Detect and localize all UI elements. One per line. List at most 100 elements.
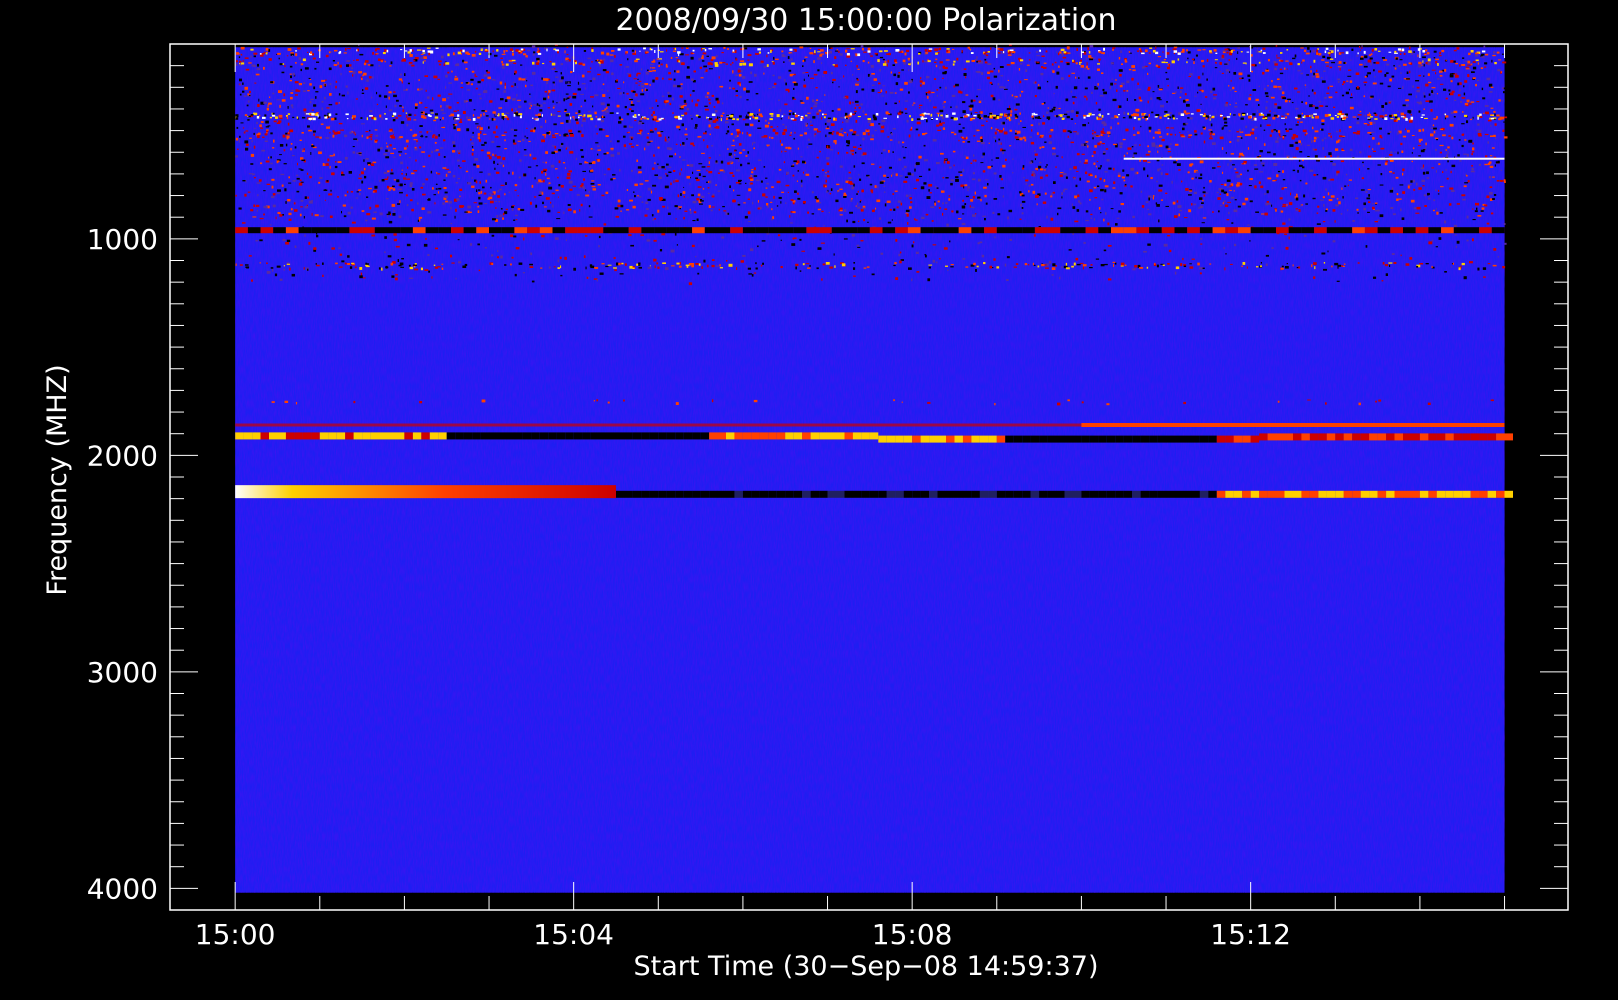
speckle: [1312, 126, 1314, 130]
speckle: [486, 71, 490, 74]
speckle: [532, 61, 535, 65]
speckle: [278, 57, 280, 60]
speckle: [751, 169, 754, 171]
speckle: [935, 118, 939, 120]
speckle: [1426, 177, 1430, 179]
speckle: [244, 86, 248, 90]
speckle: [458, 165, 460, 167]
speckle: [392, 213, 396, 216]
speckle: [1412, 147, 1415, 150]
speckle: [676, 125, 680, 129]
speckle: [1209, 132, 1212, 136]
speckle: [1435, 58, 1439, 61]
speckle: [1100, 212, 1102, 214]
speckle: [361, 134, 363, 138]
speckle: [770, 115, 774, 117]
speckle: [998, 142, 1001, 145]
speckle: [319, 85, 323, 89]
speckle: [1462, 133, 1465, 135]
speckle: [471, 142, 474, 145]
speckle: [467, 89, 471, 91]
speckle: [861, 48, 864, 51]
speckle: [1418, 74, 1421, 77]
speckle: [579, 209, 581, 212]
speckle: [985, 179, 989, 181]
speckle: [802, 60, 805, 63]
speckle: [985, 56, 989, 58]
speckle: [592, 77, 596, 81]
speckle: [824, 94, 826, 96]
speckle: [936, 124, 939, 127]
speckle: [539, 109, 543, 112]
speckle: [1062, 173, 1067, 176]
speckle: [1182, 48, 1185, 52]
speckle: [461, 53, 462, 55]
speckle: [298, 182, 303, 186]
speckle: [390, 172, 394, 175]
speckle: [717, 190, 721, 192]
speckle: [478, 189, 481, 191]
speckle: [606, 106, 608, 109]
speckle: [413, 119, 417, 121]
speckle: [633, 191, 635, 193]
speckle: [746, 99, 749, 101]
speckle: [1356, 55, 1359, 57]
speckle: [916, 118, 921, 121]
speckle: [1430, 133, 1434, 137]
speckle: [1461, 144, 1464, 148]
speckle: [1437, 189, 1440, 192]
speckle: [1269, 110, 1271, 113]
speckle: [238, 56, 241, 58]
speckle: [831, 110, 834, 112]
speckle: [765, 177, 768, 179]
speckle: [1011, 48, 1016, 50]
speckle: [1042, 201, 1047, 204]
speckle: [394, 104, 397, 108]
speckle: [1358, 168, 1360, 171]
speckle: [1028, 190, 1030, 193]
speckle: [665, 173, 667, 175]
speckle: [253, 55, 256, 58]
speckle: [867, 221, 869, 223]
speckle: [1299, 151, 1303, 153]
speckle: [763, 72, 765, 75]
speckle: [946, 223, 949, 227]
speckle: [1002, 164, 1006, 168]
speckle: [627, 73, 631, 75]
speckle: [536, 105, 539, 107]
speckle: [1316, 223, 1321, 225]
speckle: [894, 59, 897, 62]
speckle: [1057, 207, 1062, 210]
speckle: [1336, 140, 1340, 143]
speckle: [289, 79, 292, 82]
speckle: [551, 62, 556, 66]
speckle: [609, 140, 612, 143]
speckle: [980, 60, 983, 64]
speckle: [1453, 49, 1457, 52]
speckle: [992, 97, 996, 101]
speckle: [1037, 86, 1041, 90]
speckle: [980, 199, 982, 202]
speckle: [492, 153, 494, 156]
speckle: [787, 147, 792, 150]
speckle: [772, 86, 776, 88]
speckle: [1065, 176, 1068, 179]
speckle: [285, 201, 287, 204]
speckle: [1133, 144, 1137, 146]
speckle: [736, 118, 739, 121]
speckle: [301, 132, 304, 134]
speckle: [787, 191, 789, 193]
speckle: [769, 118, 773, 121]
speckle: [1057, 52, 1060, 56]
speckle: [591, 61, 593, 63]
speckle: [978, 100, 981, 102]
speckle: [1260, 185, 1264, 189]
speckle: [1373, 112, 1377, 114]
speckle: [707, 62, 712, 65]
speckle: [513, 62, 517, 64]
speckle: [1309, 169, 1314, 172]
speckle: [239, 60, 242, 63]
speckle: [909, 128, 913, 131]
speckle: [638, 121, 641, 125]
speckle: [279, 117, 283, 120]
